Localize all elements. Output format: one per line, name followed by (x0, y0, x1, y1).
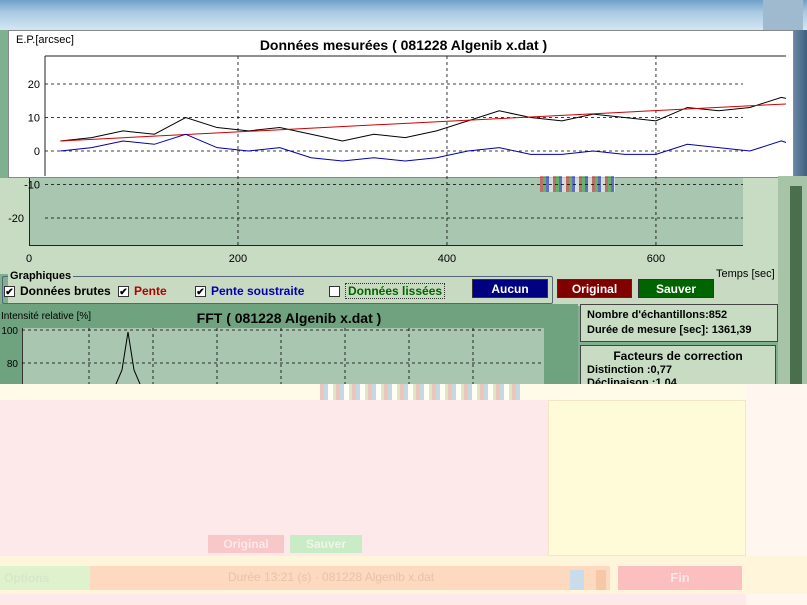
faded-chip-2 (596, 570, 606, 590)
fft-y-axis-label: Intensité relative [%] (1, 311, 92, 322)
distinction-value: Distinction :0,77 (587, 364, 672, 376)
sample-count: Nombre d'échantillons:852 (587, 309, 728, 321)
faded-original-button[interactable]: Original (208, 535, 284, 553)
measure-duration: Durée de mesure [sec]: 1361,39 (587, 324, 752, 336)
faded-status-text: Durée 13:21 (s) · 081228 Algenib x.dat (228, 570, 435, 584)
stats-box: Nombre d'échantillons:852 Durée de mesur… (580, 304, 778, 342)
render-artifact-2 (320, 384, 520, 400)
faded-save-button[interactable]: Sauver (290, 535, 362, 553)
faded-chip-1 (570, 570, 584, 590)
faded-info-box (548, 400, 746, 556)
fft-peak-line (115, 331, 141, 385)
correction-factors-heading: Facteurs de correction (613, 349, 743, 363)
faded-options-button[interactable]: Options (0, 566, 90, 590)
correction-factors-box: Facteurs de correction Distinction :0,77… (580, 345, 776, 389)
fft-y-tick: 80 (7, 359, 19, 370)
finish-button[interactable]: Fin (618, 566, 742, 590)
fft-y-tick: 100 (1, 326, 18, 337)
